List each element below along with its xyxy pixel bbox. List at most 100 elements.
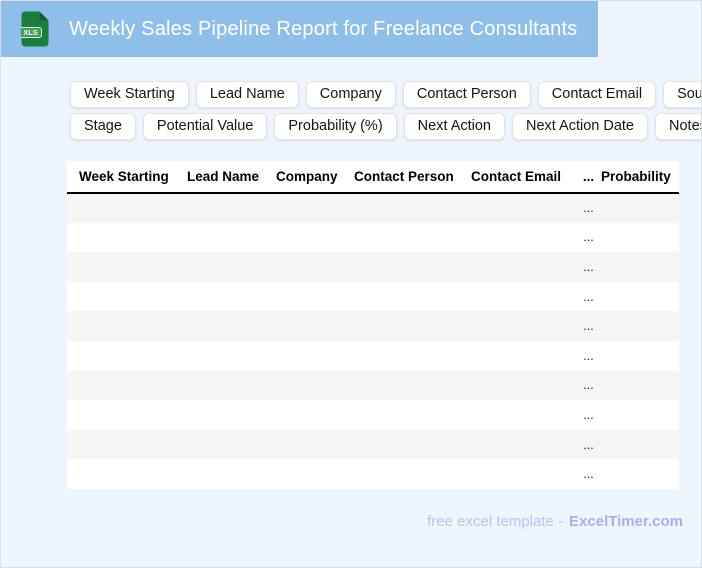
header-bar: XLS Weekly Sales Pipeline Report for Fre…: [1, 1, 598, 57]
empty-cell: [601, 311, 679, 341]
ellipsis-cell: ...: [583, 319, 594, 334]
pipeline-table: Week Starting Lead Name Company Contact Per…: [67, 161, 679, 489]
column-chip: Potential Value: [142, 113, 268, 140]
empty-cell: [471, 341, 576, 371]
column-chip: Contact Person: [402, 81, 531, 108]
empty-cell: [187, 193, 276, 223]
xls-file-icon: XLS: [21, 11, 49, 47]
chip-row-2: Stage Potential Value Probability (%) Next …: [70, 113, 701, 140]
column-chip: Next Action: [403, 113, 505, 140]
empty-cell: [354, 341, 471, 371]
empty-cell: [187, 430, 276, 460]
empty-cell: [354, 371, 471, 401]
ellipsis-cell: ...: [583, 467, 594, 482]
ellipsis-cell: ...: [583, 289, 594, 304]
empty-cell: [187, 311, 276, 341]
empty-cell: [471, 193, 576, 223]
table-header-row: Week Starting Lead Name Company Contact Per…: [67, 161, 679, 194]
empty-cell: [67, 371, 187, 401]
ellipsis-cell: ...: [583, 437, 594, 452]
column-chip: Week Starting: [70, 81, 189, 108]
column-chip: Stage: [70, 113, 136, 140]
empty-cell: [601, 371, 679, 401]
page-title: Weekly Sales Pipeline Report for Freelan…: [69, 17, 578, 40]
empty-cell: [276, 193, 354, 223]
ellipsis-cell: ...: [583, 259, 594, 274]
empty-cell: [471, 430, 576, 460]
empty-cell: [471, 252, 576, 282]
column-header-ellipsis: ...: [576, 161, 601, 194]
column-header: Contact Email: [471, 161, 576, 194]
table-row: ...: [67, 429, 679, 460]
empty-cell: [187, 341, 276, 371]
table-row: ...: [67, 340, 679, 371]
empty-cell: [187, 459, 276, 489]
empty-cell: [276, 341, 354, 371]
empty-cell: [67, 282, 187, 312]
table-row: ...: [67, 222, 679, 253]
empty-cell: [601, 252, 679, 282]
table-row: ...: [67, 252, 679, 282]
empty-cell: [67, 252, 187, 282]
empty-cell: [67, 430, 187, 460]
empty-cell: [601, 223, 679, 253]
empty-cell: [354, 400, 471, 430]
footer-credit: free excel template - ExcelTimer.com: [427, 513, 683, 530]
footer-text: free excel template -: [427, 513, 564, 530]
empty-cell: [354, 311, 471, 341]
empty-cell: [276, 371, 354, 401]
column-header: Contact Person: [354, 161, 471, 194]
empty-cell: [354, 459, 471, 489]
table-row: ...: [67, 400, 679, 430]
column-chip: Contact Email: [537, 81, 657, 108]
table-row: ...: [67, 311, 679, 341]
empty-cell: [471, 223, 576, 253]
empty-cell: [601, 282, 679, 312]
empty-cell: [67, 341, 187, 371]
table-head: Week Starting Lead Name Company Contact Per…: [67, 161, 679, 194]
empty-cell: [354, 252, 471, 282]
empty-cell: [601, 459, 679, 489]
column-header: Week Starting: [67, 161, 187, 194]
empty-cell: [67, 311, 187, 341]
empty-cell: [354, 193, 471, 223]
empty-cell: [67, 459, 187, 489]
table-row: ...: [67, 193, 679, 223]
table-row: ...: [67, 459, 679, 489]
column-chip: Next Action Date: [512, 113, 648, 140]
empty-cell: [276, 459, 354, 489]
xls-badge-label: XLS: [23, 28, 38, 37]
empty-cell: [471, 371, 576, 401]
empty-cell: [276, 282, 354, 312]
column-chip: Probability (%): [274, 113, 397, 140]
column-header: Company: [276, 161, 354, 194]
empty-cell: [601, 430, 679, 460]
template-preview-page: XLS Weekly Sales Pipeline Report for Fre…: [0, 0, 702, 568]
empty-cell: [276, 430, 354, 460]
empty-cell: [187, 282, 276, 312]
empty-cell: [276, 400, 354, 430]
ellipsis-cell: ...: [583, 378, 594, 393]
empty-cell: [354, 430, 471, 460]
column-chip: Notes: [655, 113, 701, 140]
empty-cell: [354, 282, 471, 312]
table-row: ...: [67, 281, 679, 312]
ellipsis-cell: ...: [583, 348, 594, 363]
empty-cell: [67, 400, 187, 430]
ellipsis-cell: ...: [583, 407, 594, 422]
empty-cell: [187, 252, 276, 282]
empty-cell: [187, 400, 276, 430]
footer-brand-link[interactable]: ExcelTimer.com: [569, 513, 683, 530]
table-row: ...: [67, 370, 679, 401]
empty-cell: [67, 193, 187, 223]
empty-cell: [354, 223, 471, 253]
empty-cell: [276, 311, 354, 341]
empty-cell: [471, 459, 576, 489]
empty-cell: [471, 311, 576, 341]
empty-cell: [276, 252, 354, 282]
empty-cell: [471, 400, 576, 430]
ellipsis-cell: ...: [583, 230, 594, 245]
empty-cell: [471, 282, 576, 312]
column-chip: Source: [663, 81, 701, 108]
column-header: Lead Name: [187, 161, 276, 194]
